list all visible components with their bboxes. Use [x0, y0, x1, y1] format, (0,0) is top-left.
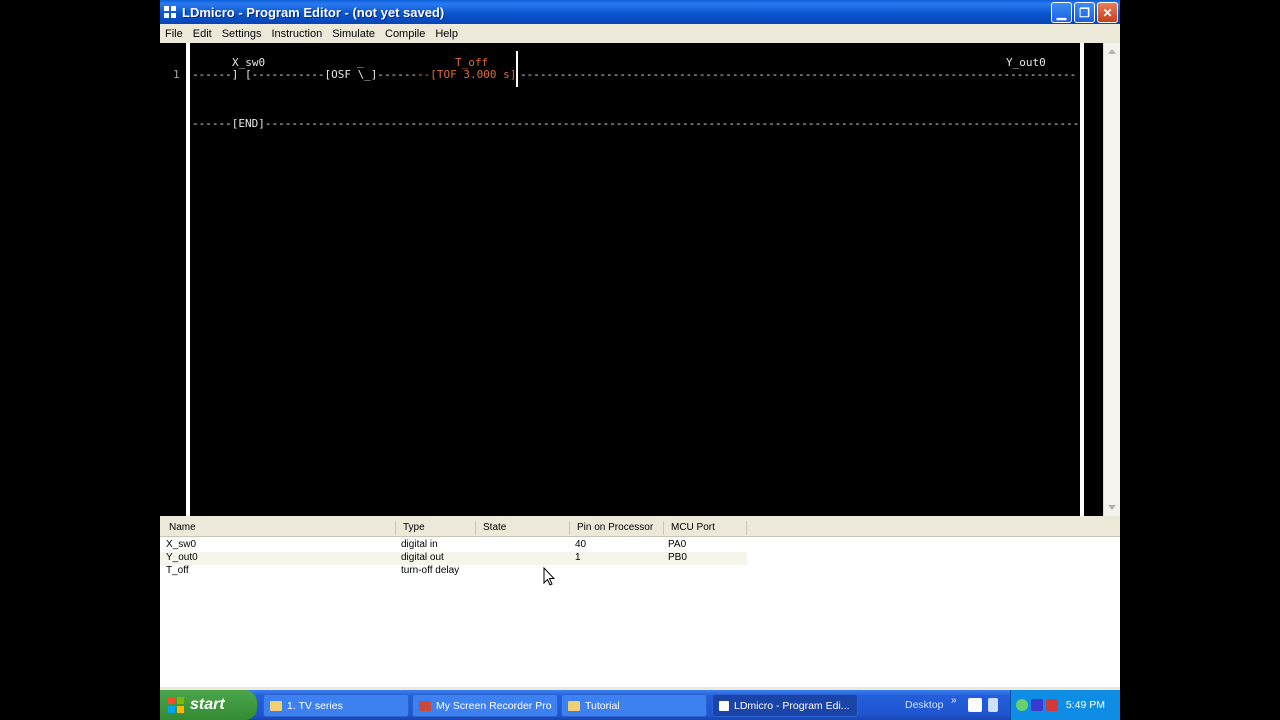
taskbar: start 1. TV series My Screen Recorder Pr…: [160, 690, 1120, 720]
io-row[interactable]: T_off turn-off delay: [160, 565, 747, 578]
col-type[interactable]: Type: [403, 522, 425, 533]
left-power-rail: [186, 43, 190, 516]
io-row[interactable]: Y_out0 digital out 1 PB0: [160, 552, 747, 565]
ladder-editor-pane: 1 X_sw0 T_off Y_out0 ------] [----------…: [160, 43, 1120, 516]
col-pin[interactable]: Pin on Processor: [577, 522, 653, 533]
rung-1-wire-to-coil[interactable]: ----------------------------------------…: [520, 68, 1078, 81]
col-port[interactable]: MCU Port: [671, 522, 715, 533]
rung-1-contact-osf[interactable]: ------] [-----------[OSF \_]-------: [192, 68, 424, 81]
maximize-button[interactable]: ❐: [1074, 2, 1095, 23]
menu-file[interactable]: File: [165, 28, 183, 40]
close-button[interactable]: ✕: [1097, 2, 1118, 23]
menu-instruction[interactable]: Instruction: [271, 28, 322, 40]
task-ldmicro[interactable]: LDmicro - Program Edi...: [712, 694, 858, 717]
mouse-pointer-icon: [543, 567, 555, 586]
io-port: PA0: [668, 539, 687, 550]
menu-compile[interactable]: Compile: [385, 28, 425, 40]
start-label: start: [190, 696, 225, 713]
folder-icon: [568, 700, 580, 711]
io-name: T_off: [166, 565, 189, 576]
io-list-header: Name Type State Pin on Processor MCU Por…: [160, 519, 1120, 537]
restore-icon[interactable]: [988, 698, 998, 712]
start-button[interactable]: start: [160, 690, 257, 720]
tof-timer-element[interactable]: --[TOF 3.000 s]: [417, 68, 516, 81]
title-bar[interactable]: LDmicro - Program Editor - (not yet save…: [160, 0, 1120, 24]
folder-icon: [270, 700, 282, 711]
system-tray: 5:49 PM: [1010, 690, 1120, 720]
ladder-canvas[interactable]: 1 X_sw0 T_off Y_out0 ------] [----------…: [160, 43, 1103, 516]
ldmicro-app-icon: [719, 700, 729, 711]
ladder-scrollbar[interactable]: [1103, 43, 1120, 516]
help-icon[interactable]: [968, 698, 982, 712]
menu-edit[interactable]: Edit: [193, 28, 212, 40]
toolbar-overflow-icon[interactable]: »: [951, 695, 957, 706]
io-port: PB0: [668, 552, 687, 563]
osf-overline: _: [357, 55, 364, 68]
network-icon[interactable]: [1031, 699, 1043, 711]
scroll-up-icon[interactable]: [1108, 49, 1116, 54]
io-row[interactable]: X_sw0 digital in 40 PA0: [160, 539, 747, 552]
desktop-toolbar-label[interactable]: Desktop: [905, 699, 944, 711]
ldmicro-app-icon: [164, 6, 176, 18]
windows-logo-icon: [168, 697, 184, 713]
rung-number: 1: [173, 68, 180, 81]
io-name: X_sw0: [166, 539, 197, 550]
right-power-rail: [1080, 43, 1084, 516]
io-list: Name Type State Pin on Processor MCU Por…: [160, 519, 1120, 687]
app-window: LDmicro - Program Editor - (not yet save…: [160, 0, 1120, 720]
io-pin: 1: [575, 552, 581, 563]
task-tv-series[interactable]: 1. TV series: [263, 694, 409, 717]
task-screen-recorder[interactable]: My Screen Recorder Pro: [412, 694, 558, 717]
scroll-down-icon[interactable]: [1108, 505, 1116, 510]
menu-settings[interactable]: Settings: [222, 28, 262, 40]
col-name[interactable]: Name: [169, 522, 196, 533]
security-alert-icon[interactable]: [1046, 699, 1058, 711]
io-type: turn-off delay: [401, 565, 460, 576]
menu-bar: File Edit Settings Instruction Simulate …: [160, 24, 1120, 43]
window-controls: ▁ ❐ ✕: [1051, 2, 1118, 23]
window-title: LDmicro - Program Editor - (not yet save…: [182, 4, 445, 20]
col-state[interactable]: State: [483, 522, 506, 533]
menu-help[interactable]: Help: [435, 28, 458, 40]
edit-cursor: [516, 51, 518, 87]
task-tutorial[interactable]: Tutorial: [561, 694, 707, 717]
end-rung[interactable]: ------[END]-----------------------------…: [192, 117, 1078, 130]
io-name: Y_out0: [166, 552, 198, 563]
tray-app-icon[interactable]: [1016, 699, 1028, 711]
io-type: digital out: [401, 552, 444, 563]
recorder-icon: [419, 700, 431, 711]
minimize-button[interactable]: ▁: [1051, 2, 1072, 23]
menu-simulate[interactable]: Simulate: [332, 28, 375, 40]
io-type: digital in: [401, 539, 438, 550]
io-pin: 40: [575, 539, 587, 550]
clock[interactable]: 5:49 PM: [1066, 699, 1105, 711]
